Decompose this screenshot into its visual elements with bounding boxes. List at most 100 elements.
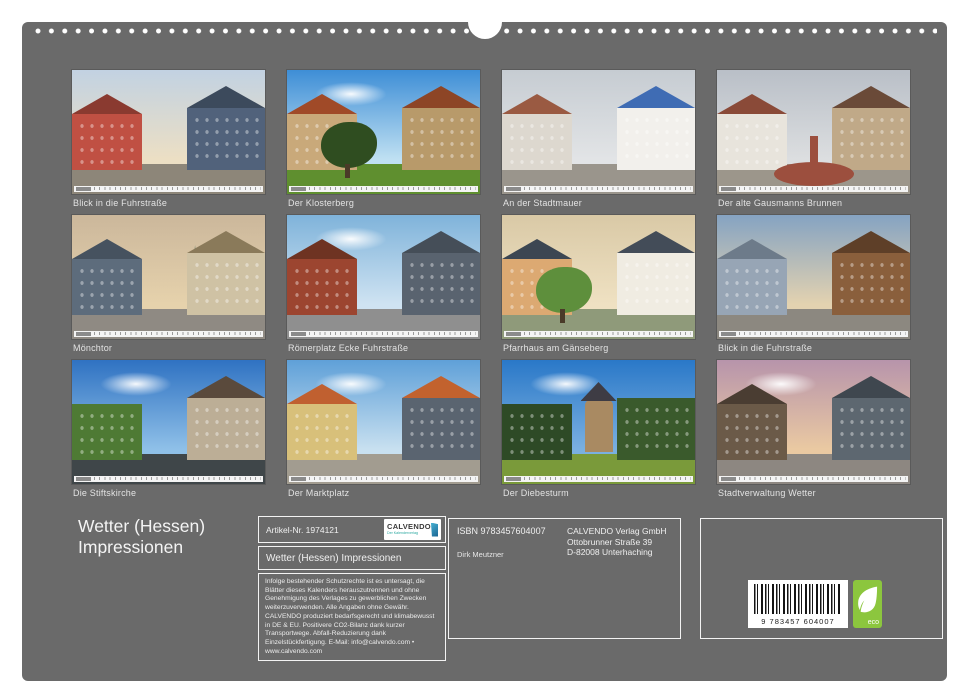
scene-building-left: [502, 114, 572, 170]
mini-calendar-strip: [74, 331, 263, 337]
info-middle-column: Artikel-Nr. 1974121 CALVENDO Der Kalende…: [258, 516, 446, 664]
photo-caption: Der Marktplatz: [288, 488, 480, 498]
photo-preview: [717, 360, 910, 484]
calvendo-logo-text: CALVENDO Der Kalenderverlag: [387, 523, 431, 535]
photo-caption: Stadtverwaltung Wetter: [718, 488, 910, 498]
article-number-box: Artikel-Nr. 1974121 CALVENDO Der Kalende…: [258, 516, 446, 543]
scene-roof-right: [617, 86, 695, 108]
photo-caption: Der Klosterberg: [288, 198, 480, 208]
product-title: Wetter (Hessen) Impressionen: [266, 553, 401, 564]
scene-building-left: [287, 259, 357, 315]
photo-preview: [502, 215, 695, 339]
scene-roof-right: [402, 86, 480, 108]
scene-building-left: [717, 404, 787, 460]
scene-feature-shape: [774, 162, 854, 186]
photo-caption: Blick in die Fuhrstraße: [718, 343, 910, 353]
photo-caption: An der Stadtmauer: [503, 198, 695, 208]
photo-preview: [72, 70, 265, 194]
scene-roof-left: [717, 239, 787, 259]
scene-building-left: [72, 114, 142, 170]
photo-caption: Der alte Gausmanns Brunnen: [718, 198, 910, 208]
calendar-photo-thumbnail: Stadtverwaltung Wetter: [717, 360, 910, 498]
leaf-icon: [856, 585, 879, 617]
calendar-photo-thumbnail: Der Diebesturm: [502, 360, 695, 498]
mini-calendar-strip: [289, 331, 478, 337]
photo-caption: Der Diebesturm: [503, 488, 695, 498]
photo-preview: [717, 70, 910, 194]
isbn-author-column: ISBN 9783457604007 Dirk Meutzner: [457, 526, 567, 631]
scene-feature-shape: [585, 400, 613, 452]
eco-badge: eco: [853, 580, 882, 628]
scene-building-right: [402, 398, 480, 460]
scene-roof-right: [187, 231, 265, 253]
mini-calendar-strip: [504, 186, 693, 192]
legal-text: Infolge bestehender Schutzrechte ist es …: [265, 578, 439, 656]
calendar-photo-thumbnail: Der alte Gausmanns Brunnen: [717, 70, 910, 208]
calendar-photo-thumbnail: Blick in die Fuhrstraße: [72, 70, 265, 208]
scene-building-left: [72, 259, 142, 315]
ean-barcode: 9 783457 604007: [748, 580, 848, 628]
scene-roof-right: [402, 376, 480, 398]
scene-roof-left: [502, 239, 572, 259]
scene-roof-left: [502, 94, 572, 114]
hanger-notch: [468, 22, 502, 39]
mini-calendar-strip: [74, 476, 263, 482]
scene-roof-right: [187, 86, 265, 108]
photo-preview: [72, 360, 265, 484]
scene-roof-right: [617, 231, 695, 253]
scene-building-left: [502, 404, 572, 460]
calendar-photo-thumbnail: Die Stiftskirche: [72, 360, 265, 498]
calendar-photo-thumbnail: Pfarrhaus am Gänseberg: [502, 215, 695, 353]
calendar-photo-thumbnail: Blick in die Fuhrstraße: [717, 215, 910, 353]
cloud-shape: [100, 372, 172, 396]
photo-caption: Blick in die Fuhrstraße: [73, 198, 265, 208]
publisher-address: CALVENDO Verlag GmbH Ottobrunner Straße …: [567, 526, 667, 631]
scene-roof-right: [832, 86, 910, 108]
article-number: Artikel-Nr. 1974121: [266, 525, 339, 535]
photo-preview: [287, 70, 480, 194]
scene-roof-right: [832, 231, 910, 253]
calendar-title: Wetter (Hessen) Impressionen: [78, 516, 205, 557]
scene-building-left: [287, 404, 357, 460]
product-title-box: Wetter (Hessen) Impressionen: [258, 546, 446, 570]
legal-box: Infolge bestehender Schutzrechte ist es …: [258, 573, 446, 661]
calendar-back-panel: Blick in die Fuhrstraße Der Klosterberg …: [22, 22, 947, 681]
isbn-text: ISBN 9783457604007: [457, 526, 567, 536]
photo-caption: Die Stiftskirche: [73, 488, 265, 498]
calendar-photo-thumbnail: Der Klosterberg: [287, 70, 480, 208]
scene-building-left: [717, 114, 787, 170]
mini-calendar-strip: [719, 476, 908, 482]
month-thumbnail-grid: Blick in die Fuhrstraße Der Klosterberg …: [72, 70, 910, 498]
mini-calendar-strip: [289, 186, 478, 192]
calendar-page-icon: [431, 523, 438, 537]
scene-roof-right: [187, 376, 265, 398]
photo-preview: [287, 360, 480, 484]
scene-building-right: [617, 398, 695, 460]
scene-feature-shape: [536, 267, 592, 313]
scene-building-right: [617, 253, 695, 315]
scene-roof-left: [72, 94, 142, 114]
mini-calendar-strip: [74, 186, 263, 192]
calvendo-wordmark: CALVENDO: [387, 523, 431, 531]
barcode-box: 9 783457 604007 eco: [700, 518, 943, 639]
mini-calendar-strip: [719, 331, 908, 337]
calendar-photo-thumbnail: Römerplatz Ecke Fuhrstraße: [287, 215, 480, 353]
photo-preview: [72, 215, 265, 339]
calendar-photo-thumbnail: An der Stadtmauer: [502, 70, 695, 208]
photo-preview: [502, 70, 695, 194]
mini-calendar-strip: [289, 476, 478, 482]
scene-building-right: [187, 108, 265, 170]
mini-calendar-strip: [719, 186, 908, 192]
eco-label: eco: [868, 619, 879, 626]
scene-building-right: [617, 108, 695, 170]
scene-roof-right: [402, 231, 480, 253]
photo-preview: [717, 215, 910, 339]
calvendo-tagline: Der Kalenderverlag: [387, 532, 431, 536]
scene-building-right: [187, 253, 265, 315]
mini-calendar-strip: [504, 476, 693, 482]
photo-preview: [287, 215, 480, 339]
photo-preview: [502, 360, 695, 484]
scene-building-right: [187, 398, 265, 460]
scene-building-right: [832, 108, 910, 170]
photo-caption: Römerplatz Ecke Fuhrstraße: [288, 343, 480, 353]
